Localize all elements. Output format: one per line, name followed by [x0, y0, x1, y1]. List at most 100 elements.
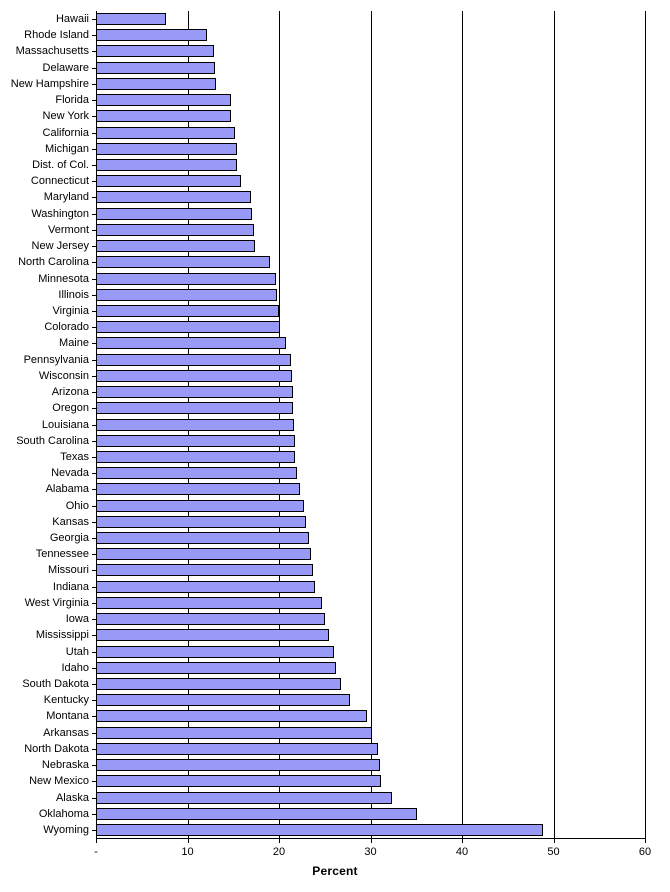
bar[interactable] — [96, 288, 278, 301]
category-label-florida: Florida — [55, 94, 89, 107]
bar-row: Louisiana — [0, 417, 670, 434]
bar[interactable] — [96, 450, 296, 463]
bar[interactable] — [96, 304, 279, 317]
bar-row: Nebraska — [0, 757, 670, 774]
bar-row: Maine — [0, 335, 670, 352]
bar[interactable] — [96, 515, 306, 528]
bar[interactable] — [96, 272, 277, 285]
bar[interactable] — [96, 223, 255, 236]
category-label-wyoming: Wyoming — [43, 824, 89, 836]
x-tick-label-30: 30 — [364, 846, 377, 858]
bar[interactable] — [96, 467, 298, 480]
bar[interactable] — [96, 256, 270, 269]
bar-row: Oklahoma — [0, 806, 670, 823]
category-label-california: California — [42, 126, 89, 139]
bar[interactable] — [96, 596, 322, 609]
category-label-nebraska: Nebraska — [41, 759, 89, 772]
bar[interactable] — [96, 645, 334, 658]
bar[interactable] — [96, 337, 287, 350]
category-label-louisiana: Louisiana — [41, 418, 89, 431]
x-tick-label-60: 60 — [638, 846, 652, 858]
category-label-illinois: Illinois — [58, 288, 89, 301]
bar-row: Montana — [0, 708, 670, 725]
bar-row: Vermont — [0, 222, 670, 239]
bar[interactable] — [96, 775, 382, 788]
bar[interactable] — [96, 807, 418, 820]
bar-row: Maryland — [0, 189, 670, 206]
bar[interactable] — [96, 548, 312, 561]
bar[interactable] — [96, 742, 378, 755]
bar[interactable] — [96, 726, 373, 739]
bar-row: Nevada — [0, 465, 670, 482]
bar[interactable] — [96, 207, 252, 220]
bar[interactable] — [96, 613, 325, 626]
bar[interactable] — [96, 142, 237, 155]
category-label-connecticut: Connecticut — [30, 175, 89, 188]
bar-row: Rhode Island — [0, 27, 670, 44]
bar[interactable] — [96, 61, 215, 74]
category-label-tennessee: Tennessee — [35, 548, 89, 561]
x-tick-0 — [96, 838, 97, 843]
bar[interactable] — [96, 321, 280, 334]
bar[interactable] — [96, 29, 207, 42]
bar[interactable] — [96, 240, 256, 253]
bar[interactable] — [96, 824, 544, 836]
bar-row: Missouri — [0, 562, 670, 579]
bar-row: Idaho — [0, 660, 670, 677]
bar-row: Wyoming — [0, 822, 670, 839]
category-label-mississippi: Mississippi — [35, 629, 89, 642]
bar-row: New Hampshire — [0, 76, 670, 93]
x-tick-label-10: 10 — [181, 846, 194, 858]
bar-row: North Carolina — [0, 254, 670, 271]
bar[interactable] — [96, 45, 215, 58]
category-label-delaware: Delaware — [42, 61, 89, 74]
bar[interactable] — [96, 694, 351, 707]
bar[interactable] — [96, 158, 237, 171]
bar[interactable] — [96, 175, 241, 188]
bar[interactable] — [96, 629, 330, 642]
bar[interactable] — [96, 353, 291, 366]
x-tick-50 — [553, 838, 555, 843]
bar[interactable] — [96, 532, 310, 545]
bar[interactable] — [96, 126, 236, 139]
bar[interactable] — [96, 110, 232, 123]
bar-row: Arizona — [0, 384, 670, 401]
bar-row: Kansas — [0, 514, 670, 531]
category-label-utah: Utah — [65, 645, 89, 658]
bar[interactable] — [96, 94, 231, 107]
bar[interactable] — [96, 386, 293, 399]
bar-row: Kentucky — [0, 692, 670, 709]
bar[interactable] — [96, 661, 336, 674]
bar-row: Washington — [0, 206, 670, 223]
bar[interactable] — [96, 483, 301, 496]
bar[interactable] — [96, 499, 304, 512]
bar[interactable] — [96, 13, 166, 25]
bar[interactable] — [96, 678, 342, 691]
category-label-maryland: Maryland — [43, 191, 89, 204]
bar-row: Alaska — [0, 790, 670, 807]
bar-row: Georgia — [0, 530, 670, 547]
bar[interactable] — [96, 369, 292, 382]
bar-row: Dist. of Col. — [0, 157, 670, 174]
bar-row: Oregon — [0, 400, 670, 417]
category-label-oklahoma: Oklahoma — [38, 807, 89, 820]
bar[interactable] — [96, 434, 295, 447]
bar-row: Iowa — [0, 611, 670, 628]
category-label-washington: Washington — [31, 207, 89, 220]
bar[interactable] — [96, 418, 294, 431]
bar-row: Hawaii — [0, 11, 670, 28]
x-axis-title: Percent — [312, 864, 358, 878]
bar[interactable] — [96, 791, 393, 804]
x-tick-30 — [370, 838, 372, 843]
bar[interactable] — [96, 564, 313, 577]
bar[interactable] — [96, 402, 293, 415]
x-tick-40 — [462, 838, 463, 843]
bar[interactable] — [96, 759, 380, 772]
category-label-south-dakota: South Dakota — [22, 678, 89, 691]
bar[interactable] — [96, 77, 216, 90]
category-label-ohio: Ohio — [65, 499, 89, 512]
bar[interactable] — [96, 191, 251, 204]
bar[interactable] — [96, 710, 367, 723]
bar[interactable] — [96, 580, 315, 593]
bar-row: Florida — [0, 92, 670, 109]
